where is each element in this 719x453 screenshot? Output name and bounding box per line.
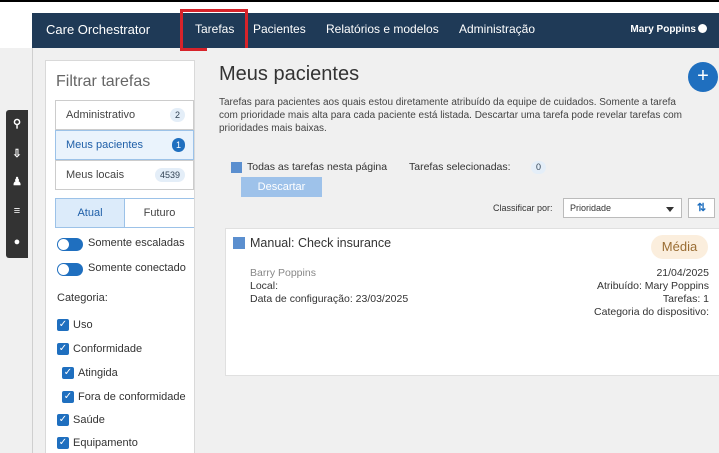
add-task-button[interactable]: + (688, 62, 718, 92)
tab-futuro[interactable]: Futuro (125, 199, 194, 227)
tab-atual[interactable]: Atual (56, 199, 125, 227)
filter-count: 2 (169, 108, 185, 122)
checkbox-label: Uso (73, 319, 93, 331)
patient-name[interactable]: Barry Poppins (250, 267, 316, 279)
task-config-date: Data de configuração: 23/03/2025 (250, 293, 409, 305)
filter-administrativo[interactable]: Administrativo 2 (55, 100, 194, 130)
checkbox-checked-icon[interactable]: ✓ (57, 437, 69, 449)
sort-value: Prioridade (570, 203, 612, 213)
filter-meus-locais[interactable]: Meus locais 4539 (55, 160, 194, 190)
filter-count: 1 (171, 138, 185, 152)
filter-count: 4539 (154, 168, 185, 182)
chat-icon[interactable]: ● (11, 236, 23, 248)
task-count: Tarefas: 1 (662, 293, 709, 305)
filter-meus-pacientes[interactable]: Meus pacientes 1 (55, 130, 194, 160)
filter-title: Filtrar tarefas (56, 73, 151, 90)
checkbox-checked-icon[interactable]: ✓ (57, 414, 69, 426)
checkbox-label: Atingida (78, 367, 118, 379)
nav-pacientes[interactable]: Pacientes (253, 22, 306, 36)
user-menu[interactable]: Mary Poppins (630, 24, 707, 35)
page-title: Meus pacientes (219, 63, 360, 85)
checkbox-checked-icon[interactable]: ✓ (57, 343, 69, 355)
task-location: Local: (250, 280, 279, 292)
checkbox-checked-icon[interactable]: ✓ (57, 319, 69, 331)
user-name: Mary Poppins (630, 24, 696, 35)
toggle-switch[interactable] (57, 263, 83, 276)
sort-select[interactable]: Prioridade (563, 198, 682, 218)
time-tabs: Atual Futuro (55, 198, 194, 228)
checkbox-label: Equipamento (73, 437, 138, 449)
sort-order-icon: ⇅ (696, 202, 707, 214)
filter-panel: Filtrar tarefas Administrativo 2 Meus pa… (45, 60, 195, 453)
priority-badge: Média (651, 235, 708, 259)
selected-label: Tarefas selecionadas: (409, 161, 511, 173)
filter-label: Administrativo (66, 109, 136, 121)
checkbox-label: Conformidade (73, 343, 143, 355)
category-label: Categoria: (57, 292, 108, 304)
toggle-switch[interactable] (57, 238, 83, 251)
nav-administracao[interactable]: Administração (459, 22, 535, 36)
main-content: Meus pacientes + Tarefas para pacientes … (207, 48, 719, 453)
app-brand[interactable]: Care Orchestrator (46, 22, 150, 37)
checkbox-label: Fora de conformidade (78, 391, 186, 403)
nav-relatorios[interactable]: Relatórios e modelos (326, 22, 439, 36)
user-settings-icon (698, 24, 707, 33)
task-title[interactable]: Manual: Check insurance (250, 236, 391, 250)
sort-label: Classificar por: (493, 203, 553, 213)
top-bar: Care Orchestrator Tarefas Pacientes Rela… (0, 0, 719, 51)
top-navigation: Care Orchestrator Tarefas Pacientes Rela… (32, 13, 719, 48)
checkbox-checked-icon[interactable]: ✓ (62, 391, 74, 403)
tool-strip: ⚲ ⇩ ♟ ≡ ● (6, 110, 28, 258)
select-all-checkbox[interactable] (231, 162, 242, 173)
page-description: Tarefas para pacientes aos quais estou d… (219, 97, 683, 134)
highlight-box (180, 9, 248, 51)
search-icon[interactable]: ⚲ (11, 118, 23, 130)
task-date: 21/04/2025 (656, 267, 709, 279)
select-all-label: Todas as tarefas nesta página (247, 161, 388, 173)
list-icon[interactable]: ≡ (11, 205, 23, 217)
discard-button[interactable]: Descartar (241, 177, 322, 197)
task-device-category: Categoria do dispositivo: (594, 306, 709, 318)
sort-direction-button[interactable]: ⇅ (688, 198, 715, 218)
toggle-label: Somente escaladas (88, 237, 185, 249)
task-card[interactable]: Manual: Check insurance Média Barry Popp… (225, 228, 719, 376)
filter-label: Meus pacientes (66, 139, 144, 151)
chevron-down-icon (666, 207, 674, 212)
filter-label: Meus locais (66, 169, 125, 181)
checkbox-checked-icon[interactable]: ✓ (62, 367, 74, 379)
page-divider (32, 48, 33, 453)
checkbox-label: Saúde (73, 414, 105, 426)
download-icon[interactable]: ⇩ (11, 148, 23, 160)
task-assigned: Atribuído: Mary Poppins (596, 280, 709, 292)
toggle-label: Somente conectado (88, 262, 186, 274)
add-user-icon[interactable]: ♟ (11, 176, 23, 188)
selected-count-badge: 0 (531, 161, 547, 174)
task-select-checkbox[interactable] (233, 237, 245, 249)
